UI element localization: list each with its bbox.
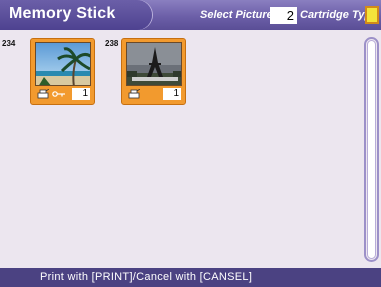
- footer-bar: Print with [PRINT]/Cancel with [CANSEL]: [0, 268, 381, 287]
- cartridge-icon: [365, 6, 379, 24]
- eiffel-tower-photo: [126, 42, 182, 86]
- thumbnail-number: 234: [2, 39, 16, 48]
- print-icon: [37, 89, 49, 99]
- vertical-scrollbar[interactable]: [364, 37, 379, 262]
- print-icon: [128, 89, 140, 99]
- thumbnail-number: 238: [105, 39, 119, 48]
- select-pictures-count: 2: [270, 7, 297, 24]
- thumbnail-card[interactable]: 1: [30, 38, 95, 105]
- header-bar: Memory Stick Select Pictures 2 Cartridge…: [0, 0, 381, 30]
- source-tab: Memory Stick: [0, 0, 152, 30]
- beach-photo: [35, 42, 91, 86]
- protect-key-icon: [52, 91, 65, 97]
- source-title: Memory Stick: [9, 5, 116, 22]
- thumbnail-card[interactable]: 1: [121, 38, 186, 105]
- scrollbar-thumb[interactable]: [367, 40, 376, 259]
- print-quantity: 1: [72, 88, 90, 100]
- print-quantity: 1: [163, 88, 181, 100]
- instruction-text: Print with [PRINT]/Cancel with [CANSEL]: [40, 271, 253, 283]
- select-pictures-label: Select Pictures: [200, 9, 279, 21]
